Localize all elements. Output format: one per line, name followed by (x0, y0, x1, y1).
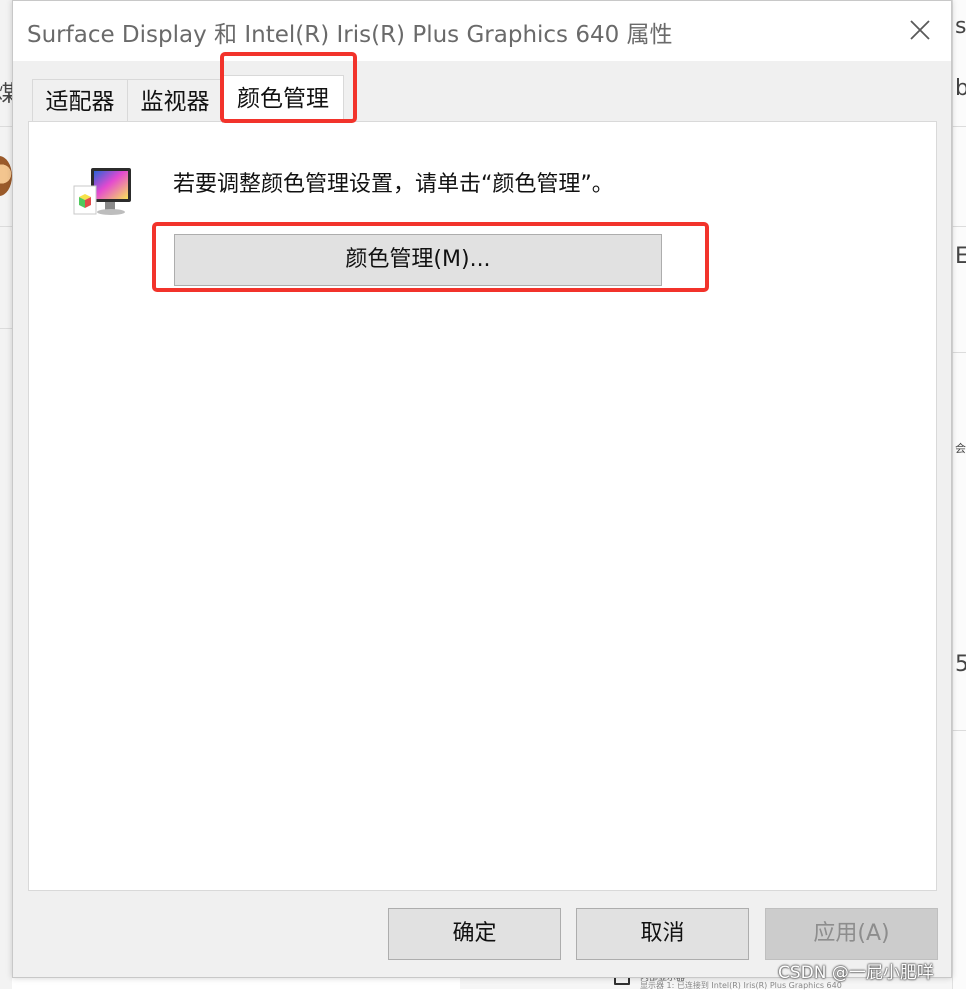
background-divider (0, 328, 12, 329)
close-icon (910, 20, 930, 40)
background-divider (0, 226, 12, 227)
color-management-panel: 若要调整颜色管理设置，请单击“颜色管理”。 颜色管理(M)... (28, 121, 937, 891)
background-divider (952, 226, 966, 227)
monitor-color-icon (73, 168, 131, 215)
close-button[interactable] (893, 7, 949, 53)
watermark-text: CSDN @一屁小肥咩 (778, 963, 934, 983)
background-text-fragment: 5 (955, 652, 966, 677)
background-text-fragment: E (955, 244, 966, 269)
apply-button[interactable]: 应用(A) (765, 908, 938, 960)
background-window-left (0, 0, 12, 989)
background-divider (952, 730, 966, 731)
instruction-text: 若要调整颜色管理设置，请单击“颜色管理”。 (173, 172, 614, 197)
ok-button[interactable]: 确定 (388, 908, 561, 960)
background-divider (952, 126, 966, 127)
properties-dialog: Surface Display 和 Intel(R) Iris(R) Plus … (12, 0, 952, 978)
background-text-fragment: b (955, 76, 966, 101)
tab-monitor[interactable]: 监视器 (127, 79, 223, 121)
background-text-fragment: 会 (955, 442, 966, 455)
background-text-fragment: s (955, 14, 966, 39)
background-divider (0, 126, 12, 127)
color-management-button[interactable]: 颜色管理(M)... (174, 234, 662, 286)
dialog-title: Surface Display 和 Intel(R) Iris(R) Plus … (27, 22, 673, 48)
background-window-right (952, 0, 966, 989)
tab-adapter[interactable]: 适配器 (32, 79, 128, 121)
tab-color-management[interactable]: 颜色管理 (222, 75, 344, 123)
title-bar: Surface Display 和 Intel(R) Iris(R) Plus … (13, 1, 951, 61)
cancel-button[interactable]: 取消 (576, 908, 749, 960)
background-divider (952, 352, 966, 353)
